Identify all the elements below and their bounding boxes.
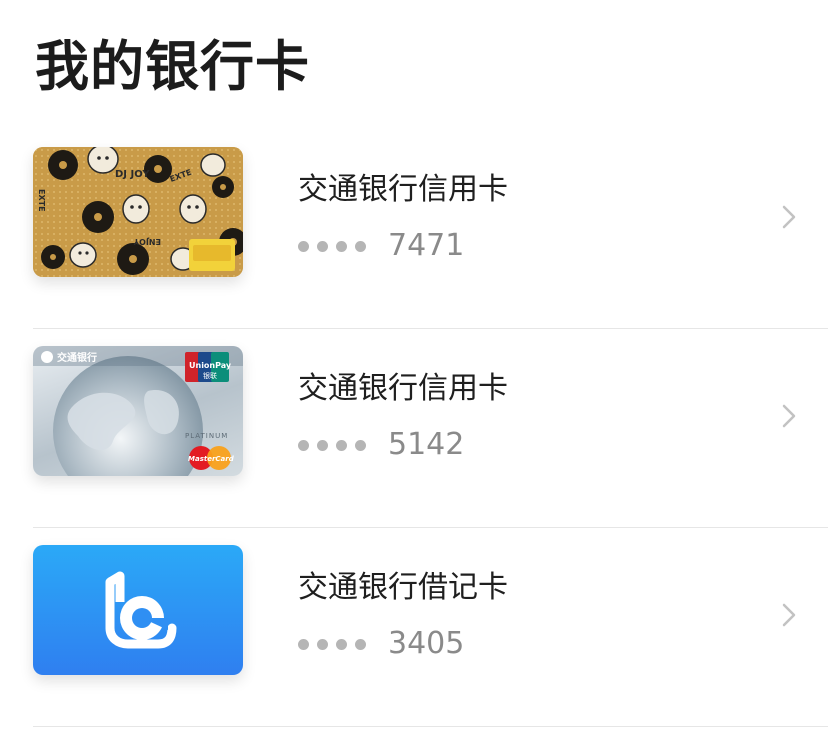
row-divider [33, 726, 828, 727]
card-art-gold: DJ JOY EXTE EXTE ENJOY [33, 147, 243, 277]
card-name: 交通银行信用卡 [298, 371, 508, 406]
chevron-right-icon [782, 404, 796, 428]
svg-text:银联: 银联 [203, 371, 217, 380]
card-art-blue [33, 545, 243, 675]
svg-text:ENJOY: ENJOY [133, 237, 161, 246]
svg-text:EXTE: EXTE [37, 189, 46, 212]
card-name: 交通银行借记卡 [298, 570, 508, 605]
card-last-digits: 3405 [388, 626, 465, 661]
masked-dots-icon [298, 439, 366, 451]
card-list: DJ JOY EXTE EXTE ENJOY 交通银行信用卡 7471 交通银行… [0, 130, 828, 727]
svg-text:MasterCard: MasterCard [188, 455, 235, 463]
vinyl-pattern-illustration: DJ JOY EXTE EXTE ENJOY [33, 147, 243, 277]
mastercard-logo: MasterCard [188, 446, 235, 470]
card-last-digits: 7471 [388, 228, 465, 263]
platinum-text: PLATINUM [185, 432, 228, 440]
unionpay-logo: UnionPay 银联 [185, 352, 232, 382]
card-item-7471[interactable]: DJ JOY EXTE EXTE ENJOY 交通银行信用卡 7471 [0, 130, 828, 329]
card-item-3405[interactable]: 交通银行借记卡 3405 [0, 528, 828, 727]
page-title: 我的银行卡 [35, 35, 310, 98]
card-last-digits: 5142 [388, 427, 465, 462]
card-number: 3405 [298, 624, 464, 664]
bocom-logo-icon [105, 571, 177, 649]
card-number: 7471 [298, 226, 464, 266]
svg-text:UnionPay: UnionPay [189, 361, 232, 370]
globe-illustration: 交通银行 UnionPay 银联 PLATINUM MasterCard [33, 346, 243, 476]
card-name: 交通银行信用卡 [298, 172, 508, 207]
card-item-5142[interactable]: 交通银行 UnionPay 银联 PLATINUM MasterCard 交通银… [0, 329, 828, 528]
card-number: 5142 [298, 425, 464, 465]
masked-dots-icon [298, 240, 366, 252]
bank-name-text: 交通银行 [57, 351, 97, 364]
chevron-right-icon [782, 205, 796, 229]
card-art-silver: 交通银行 UnionPay 银联 PLATINUM MasterCard [33, 346, 243, 476]
card-logo-text: DJ JOY [115, 169, 150, 180]
chevron-right-icon [782, 603, 796, 627]
masked-dots-icon [298, 638, 366, 650]
